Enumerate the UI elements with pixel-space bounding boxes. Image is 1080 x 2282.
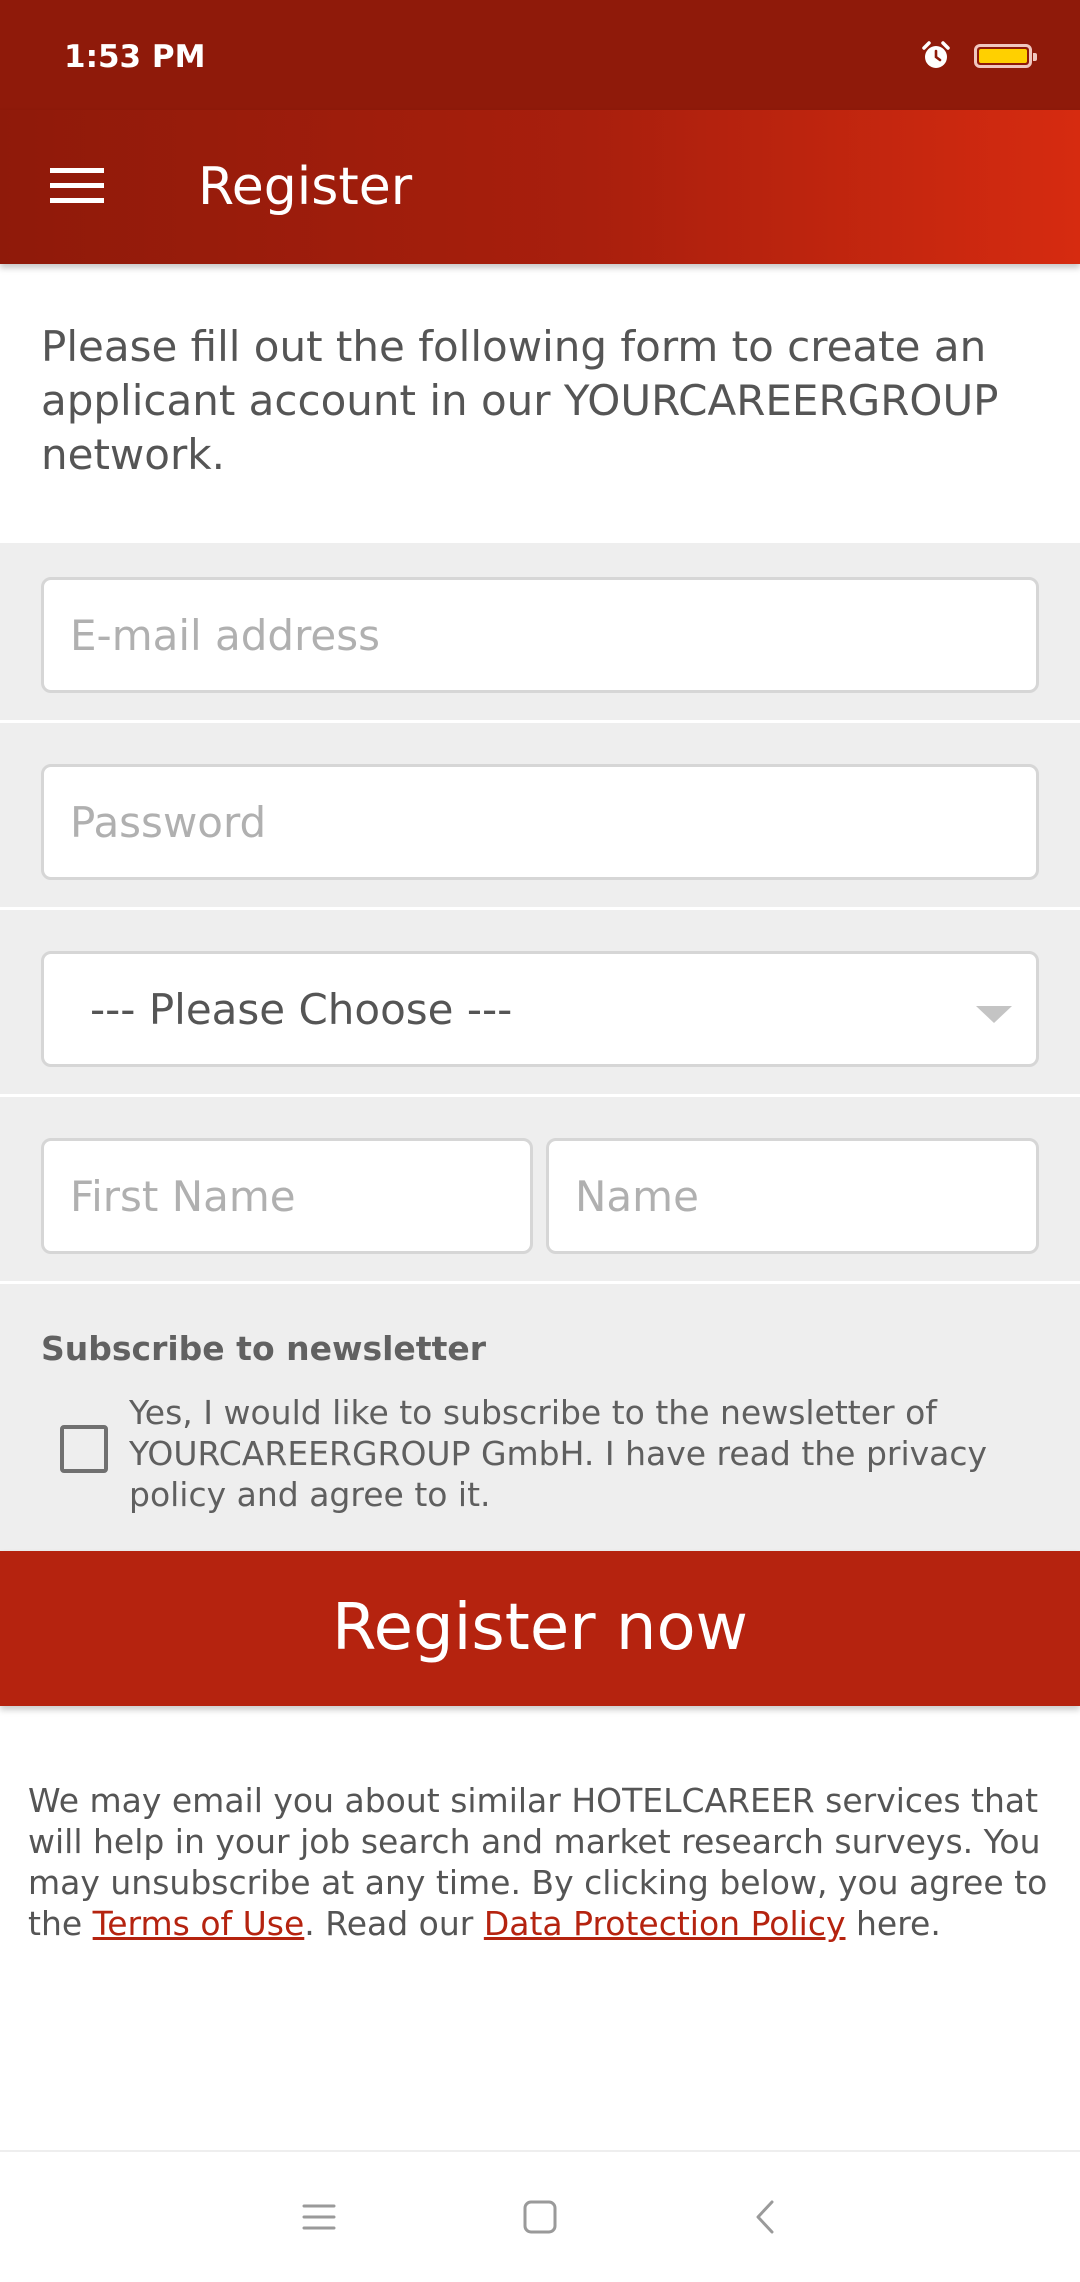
home-icon[interactable]	[505, 2182, 575, 2252]
first-name-field[interactable]	[41, 1138, 533, 1254]
intro-text: Please fill out the following form to cr…	[41, 322, 999, 479]
name-row	[0, 1104, 1080, 1284]
status-time: 1:53 PM	[64, 39, 206, 75]
newsletter-heading: Subscribe to newsletter	[41, 1329, 487, 1368]
password-field[interactable]	[41, 764, 1039, 880]
app-bar: Register	[0, 110, 1080, 264]
registration-form: --- Please Choose --- Subscribe to newsl…	[0, 543, 1080, 1551]
status-icons	[920, 40, 1037, 72]
battery-level	[979, 49, 1027, 63]
password-row	[0, 730, 1080, 910]
salutation-selected-value: --- Please Choose ---	[90, 984, 513, 1034]
data-protection-policy-link[interactable]: Data Protection Policy	[484, 1904, 846, 1943]
recents-icon[interactable]	[284, 2182, 354, 2252]
newsletter-label: Yes, I would like to subscribe to the ne…	[129, 1393, 988, 1514]
legal-notice: We may email you about similar HOTELCARE…	[28, 1780, 1048, 1944]
dropdown-arrow-icon	[976, 1006, 1012, 1023]
legal-text-end: here.	[845, 1904, 941, 1943]
terms-of-use-link[interactable]: Terms of Use	[93, 1904, 305, 1943]
salutation-select[interactable]: --- Please Choose ---	[41, 951, 1039, 1067]
newsletter-checkbox[interactable]	[60, 1425, 108, 1473]
back-icon[interactable]	[730, 2182, 800, 2252]
system-nav-bar	[0, 2150, 1080, 2282]
email-field[interactable]	[41, 577, 1039, 693]
last-name-field[interactable]	[546, 1138, 1039, 1254]
page-title: Register	[198, 157, 413, 217]
email-row	[0, 543, 1080, 723]
battery-icon	[974, 44, 1037, 68]
legal-text-middle: . Read our	[304, 1904, 484, 1943]
alarm-icon	[922, 41, 950, 68]
hamburger-menu-icon[interactable]	[50, 166, 104, 206]
salutation-row: --- Please Choose ---	[0, 917, 1080, 1097]
register-now-button[interactable]: Register now	[0, 1551, 1080, 1706]
status-bar: 1:53 PM	[0, 0, 1080, 110]
